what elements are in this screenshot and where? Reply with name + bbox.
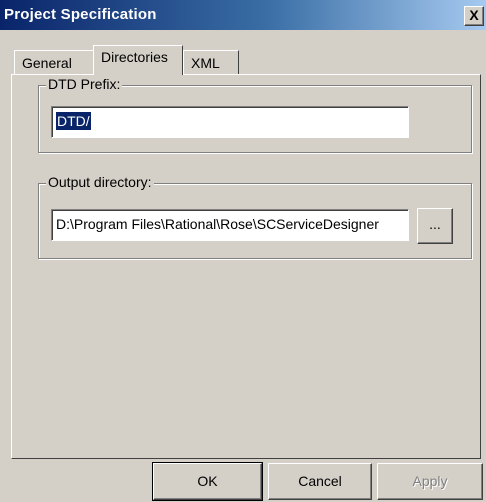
tab-general-label: General: [22, 55, 72, 71]
title-bar[interactable]: Project Specification X: [0, 0, 486, 30]
ok-button-label: OK: [197, 473, 218, 489]
cancel-button[interactable]: Cancel: [268, 463, 372, 500]
apply-button-label: Apply: [412, 473, 448, 489]
dtd-prefix-value: DTD/: [56, 112, 91, 130]
output-directory-label: Output directory:: [46, 174, 154, 190]
tab-general[interactable]: General: [14, 50, 94, 76]
output-directory-group: Output directory: D:\Program Files\Ratio…: [38, 174, 472, 259]
project-specification-dialog: Project Specification X General Director…: [0, 0, 486, 502]
directories-panel: DTD Prefix: DTD/ Output directory: D:\Pr…: [11, 74, 481, 459]
close-icon: X: [469, 7, 479, 23]
dtd-prefix-label: DTD Prefix:: [46, 76, 123, 92]
cancel-button-label: Cancel: [298, 473, 342, 489]
window-title: Project Specification: [4, 6, 157, 23]
browse-button[interactable]: ...: [417, 208, 453, 244]
dtd-prefix-input[interactable]: DTD/: [51, 106, 409, 138]
output-directory-value: D:\Program Files\Rational\Rose\SCService…: [56, 216, 379, 232]
ok-button[interactable]: OK: [152, 462, 263, 501]
tab-xml[interactable]: XML: [183, 50, 239, 76]
close-button[interactable]: X: [464, 6, 484, 26]
output-directory-input[interactable]: D:\Program Files\Rational\Rose\SCService…: [51, 209, 409, 241]
tab-directories-label: Directories: [101, 49, 168, 65]
dtd-prefix-group: DTD Prefix: DTD/: [38, 76, 472, 153]
ellipsis-icon: ...: [429, 216, 441, 232]
apply-button[interactable]: Apply: [377, 463, 483, 500]
tab-xml-label: XML: [191, 55, 220, 71]
tab-directories[interactable]: Directories: [93, 45, 183, 75]
